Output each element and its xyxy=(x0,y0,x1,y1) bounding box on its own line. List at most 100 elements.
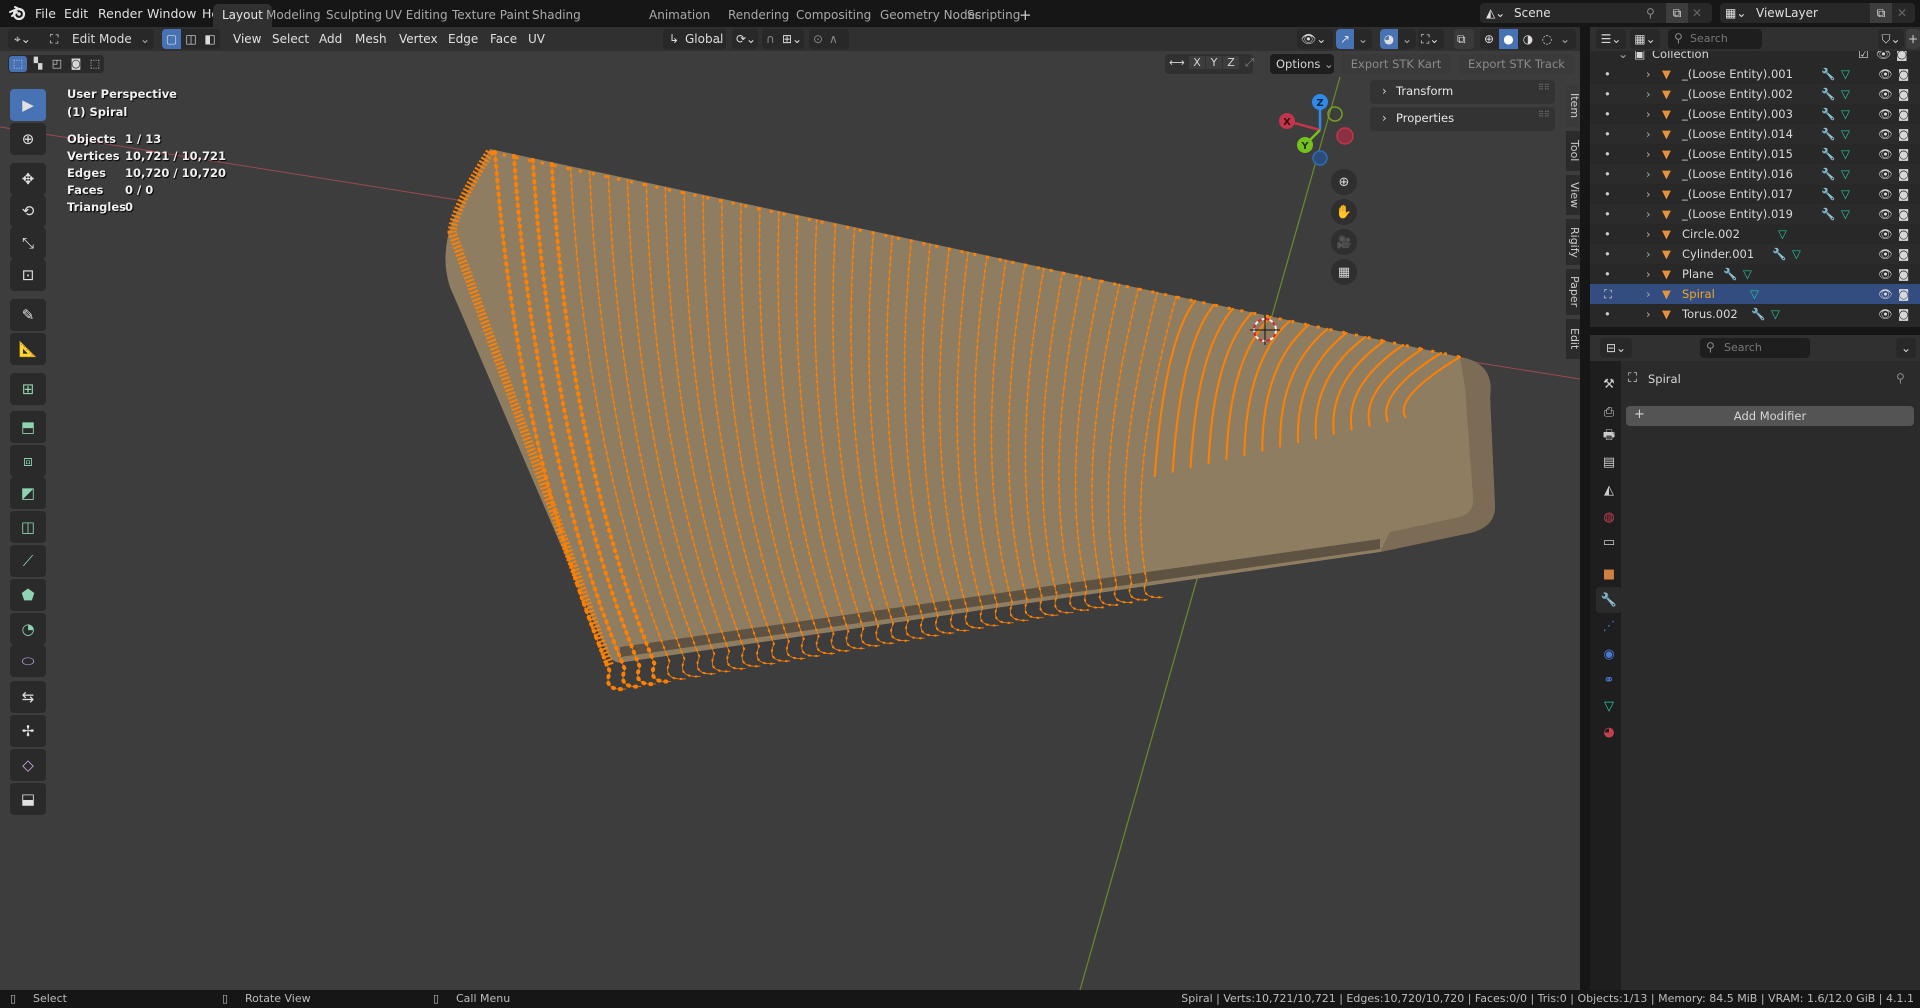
navigation-gizmo[interactable]: Z X Y xyxy=(1275,87,1375,197)
shading-options-chevron-icon[interactable]: ⌄ xyxy=(1560,29,1570,49)
tool-bevel[interactable]: ◩ xyxy=(10,477,46,509)
tool-shear[interactable]: ◇ xyxy=(10,749,46,781)
object-name[interactable]: _(Loose Entity).003 xyxy=(1682,104,1793,124)
export-stk-kart-button[interactable]: Export STK Kart xyxy=(1341,54,1451,74)
mesh-data-icon[interactable]: ▽ xyxy=(1771,304,1780,324)
dot-icon[interactable]: • xyxy=(1604,204,1611,224)
menu-vertex[interactable]: Vertex xyxy=(399,29,438,49)
object-name[interactable]: Torus.002 xyxy=(1682,304,1738,324)
drag-handle-icon[interactable]: ⠿⠿ xyxy=(1538,110,1550,119)
chevron-right-icon[interactable]: › xyxy=(1646,284,1651,304)
modifier-wrench-icon[interactable]: 🔧 xyxy=(1821,84,1835,104)
extend-selection-icon[interactable]: ▚ xyxy=(29,56,47,72)
tool-cursor[interactable]: ⊕ xyxy=(10,123,46,155)
modifier-wrench-icon[interactable]: 🔧 xyxy=(1723,264,1737,284)
object-name[interactable]: _(Loose Entity).002 xyxy=(1682,84,1793,104)
pin-icon[interactable]: ⚲ xyxy=(1646,3,1655,23)
camera-view-button[interactable]: 🎥 xyxy=(1331,229,1357,255)
collection-row[interactable]: ⌄ ▣ Collection ☑ 👁 ◙ xyxy=(1590,51,1920,63)
properties-tab-material[interactable]: ◕ xyxy=(1596,719,1622,745)
overlay-toggle[interactable]: ◕ ⌄ xyxy=(1380,29,1416,49)
mesh-data-icon[interactable]: ▽ xyxy=(1841,64,1850,84)
mesh-data-icon[interactable]: ▽ xyxy=(1792,244,1801,264)
camera-icon[interactable]: ◙ xyxy=(1898,184,1909,204)
chevron-right-icon[interactable]: › xyxy=(1646,204,1651,224)
eye-icon[interactable]: 👁 xyxy=(1878,104,1893,124)
properties-tab-constraints[interactable]: ⚭ xyxy=(1596,667,1622,693)
tab-compositing[interactable]: Compositing xyxy=(787,4,880,27)
new-collection-icon[interactable]: + xyxy=(1906,29,1920,49)
mesh-data-icon[interactable]: ▽ xyxy=(1841,84,1850,104)
subtract-selection-icon[interactable]: ◰ xyxy=(48,56,66,72)
outliner-item[interactable]: • › ▼ _(Loose Entity).003 🔧 ▽ 👁 ◙ xyxy=(1590,104,1920,124)
modifier-wrench-icon[interactable]: 🔧 xyxy=(1821,204,1835,224)
chevron-right-icon[interactable]: › xyxy=(1646,124,1651,144)
eye-icon[interactable]: 👁 xyxy=(1876,51,1891,61)
falloff-icon[interactable]: ∧ xyxy=(829,29,838,49)
mesh-data-icon[interactable]: ▽ xyxy=(1841,164,1850,184)
auto-merge-icon[interactable]: ⤢ xyxy=(1245,56,1254,70)
snap-toggle-icon[interactable]: ∩ xyxy=(766,29,775,49)
chevron-right-icon[interactable]: › xyxy=(1646,224,1651,244)
gizmo-toggle[interactable]: ↗ ⌄ xyxy=(1336,29,1372,49)
tool-extrude-region[interactable]: ⬒ xyxy=(10,411,46,443)
camera-icon[interactable]: ◙ xyxy=(1898,144,1909,164)
face-select-icon[interactable]: ◧ xyxy=(201,29,219,49)
object-name[interactable]: _(Loose Entity).014 xyxy=(1682,124,1793,144)
options-dropdown[interactable]: Options ⌄ xyxy=(1270,54,1334,74)
delete-view-layer-icon[interactable]: ✕ xyxy=(1897,3,1907,23)
invert-selection-icon[interactable]: ◙ xyxy=(67,56,85,72)
menu-file[interactable]: File xyxy=(35,4,56,24)
properties-search-input[interactable]: ⚲ Search xyxy=(1700,338,1810,358)
dot-icon[interactable]: • xyxy=(1604,144,1611,164)
tool-spin[interactable]: ◔ xyxy=(10,613,46,645)
modifier-wrench-icon[interactable]: 🔧 xyxy=(1821,184,1835,204)
menu-view[interactable]: View xyxy=(233,29,261,49)
tool-inset-faces[interactable]: ⧈ xyxy=(10,445,46,477)
mirror-z-toggle[interactable]: Z xyxy=(1223,56,1239,69)
display-mode-icon[interactable]: ▦⌄ xyxy=(1630,29,1660,49)
new-view-layer-icon[interactable]: ⧉ xyxy=(1870,3,1892,23)
tool-smooth[interactable]: ⬭ xyxy=(10,645,46,677)
dot-icon[interactable]: • xyxy=(1604,64,1611,84)
dot-icon[interactable]: • xyxy=(1604,244,1611,264)
object-name[interactable]: _(Loose Entity).019 xyxy=(1682,204,1793,224)
camera-icon[interactable]: ◙ xyxy=(1898,284,1909,304)
exclude-checkbox[interactable]: ☑ xyxy=(1858,51,1869,61)
chevron-right-icon[interactable]: › xyxy=(1646,84,1651,104)
tool-measure[interactable]: 📐 xyxy=(10,333,46,365)
modifier-wrench-icon[interactable]: 🔧 xyxy=(1821,104,1835,124)
options-chevron-icon[interactable]: ⌄ xyxy=(1896,338,1916,358)
filter-icon[interactable]: ⛉⌄ xyxy=(1878,29,1904,49)
mesh-data-icon[interactable]: ▽ xyxy=(1841,204,1850,224)
outliner-search-input[interactable]: ⚲ Search xyxy=(1668,29,1762,49)
properties-tab-view-layer[interactable]: ▤ xyxy=(1596,449,1622,475)
outliner-item[interactable]: • › ▼ _(Loose Entity).015 🔧 ▽ 👁 ◙ xyxy=(1590,144,1920,164)
properties-tab-object[interactable]: ■ xyxy=(1596,561,1622,587)
mesh-data-icon[interactable]: ▽ xyxy=(1778,224,1787,244)
chevron-right-icon[interactable]: › xyxy=(1646,164,1651,184)
eye-icon[interactable]: 👁 xyxy=(1878,184,1893,204)
dot-icon[interactable]: • xyxy=(1604,84,1611,104)
panel-transform[interactable]: › Transform ⠿⠿ xyxy=(1370,80,1555,104)
tool-add-cube[interactable]: ⊞ xyxy=(10,373,46,405)
eye-icon[interactable]: 👁 xyxy=(1878,144,1893,164)
eye-icon[interactable]: 👁 xyxy=(1878,84,1893,104)
camera-icon[interactable]: ◙ xyxy=(1898,224,1909,244)
rendered-shading-icon[interactable]: ◌ xyxy=(1538,29,1556,49)
mirror-y-toggle[interactable]: Y xyxy=(1206,56,1222,69)
camera-icon[interactable]: ◙ xyxy=(1898,124,1909,144)
outliner-item[interactable]: • › ▼ _(Loose Entity).014 🔧 ▽ 👁 ◙ xyxy=(1590,124,1920,144)
menu-edge[interactable]: Edge xyxy=(448,29,478,49)
export-stk-track-button[interactable]: Export STK Track xyxy=(1459,54,1574,74)
properties-tab-tool[interactable]: ⚒ xyxy=(1596,371,1622,397)
proportional-edit-icon[interactable]: ⊙ xyxy=(813,29,823,49)
intersect-selection-icon[interactable]: ⬚ xyxy=(86,56,104,72)
object-name[interactable]: _(Loose Entity).015 xyxy=(1682,144,1793,164)
eye-icon[interactable]: 👁 xyxy=(1878,204,1893,224)
eye-icon[interactable]: 👁 xyxy=(1878,124,1893,144)
object-name[interactable]: Cylinder.001 xyxy=(1682,244,1754,264)
mesh-data-icon[interactable]: ▽ xyxy=(1841,124,1850,144)
vertex-select-icon[interactable]: ▢ xyxy=(162,29,181,49)
camera-icon[interactable]: ◙ xyxy=(1896,51,1908,61)
